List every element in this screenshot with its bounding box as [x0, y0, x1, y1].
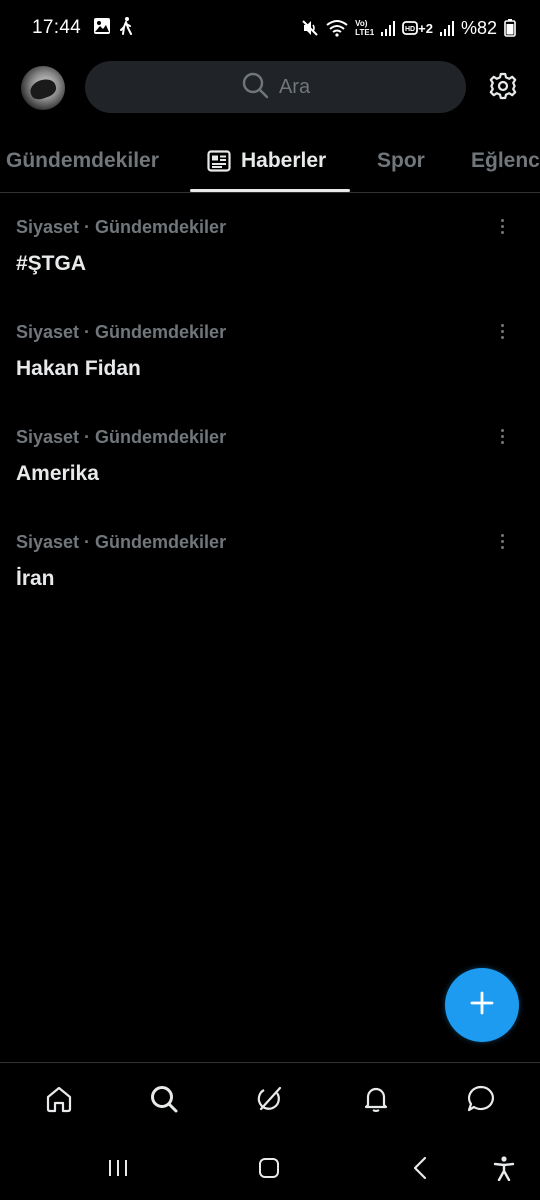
home-system-button[interactable]: [249, 1154, 289, 1186]
mute-icon: [301, 19, 319, 37]
back-chevron-icon: [412, 1156, 428, 1185]
status-bar: 17:44 Vo) LTE1 HD +2 %82: [0, 0, 540, 56]
nav-notifications[interactable]: [348, 1074, 404, 1130]
accessibility-icon: [493, 1155, 515, 1186]
tab-label: Haberler: [241, 149, 327, 172]
trend-item[interactable]: Siyaset · Gündemdekiler Hakan Fidan: [0, 305, 540, 410]
search-input[interactable]: Ara: [85, 61, 466, 113]
hd-icon: HD +2: [402, 20, 433, 36]
newspaper-icon: [207, 150, 231, 172]
accessibility-button[interactable]: [484, 1154, 524, 1186]
more-options-icon[interactable]: [492, 321, 512, 341]
volte-bottom-label: LTE1: [355, 28, 375, 37]
trend-title: Hakan Fidan: [16, 357, 141, 380]
trend-item[interactable]: Siyaset · Gündemdekiler #ŞTGA: [0, 200, 540, 305]
trend-title: Amerika: [16, 462, 99, 485]
sim2-label: +2: [418, 21, 433, 36]
tab-haberler[interactable]: Haberler: [207, 130, 326, 192]
more-options-icon[interactable]: [492, 216, 512, 236]
trend-meta: Siyaset · Gündemdekiler: [16, 322, 227, 342]
wifi-icon: [326, 19, 348, 37]
battery-icon: [504, 19, 516, 37]
trend-title: İran: [16, 567, 55, 590]
tab-label: Gündemdekiler: [6, 149, 159, 172]
back-button[interactable]: [400, 1154, 440, 1186]
trend-item[interactable]: Siyaset · Gündemdekiler Amerika: [0, 410, 540, 515]
trend-list: Siyaset · Gündemdekiler #ŞTGA Siyaset · …: [0, 200, 540, 620]
settings-button[interactable]: [486, 71, 520, 105]
trend-title: #ŞTGA: [16, 252, 87, 275]
trend-meta: Siyaset · Gündemdekiler: [16, 427, 227, 447]
signal-icon-2: [439, 20, 454, 36]
plus-icon: [469, 990, 495, 1021]
gear-icon: [489, 72, 517, 105]
status-time: 17:44: [32, 17, 82, 38]
compose-button[interactable]: [445, 968, 519, 1042]
bell-icon: [361, 1084, 391, 1119]
system-nav: [0, 1140, 540, 1200]
search-placeholder: Ara: [278, 75, 311, 98]
volte-top-label: Vo): [355, 19, 368, 28]
signal-icon: [381, 20, 396, 36]
more-options-icon[interactable]: [492, 426, 512, 446]
nav-grok[interactable]: [242, 1074, 298, 1130]
walking-icon: [119, 16, 133, 41]
tab-bar: Gündemdekiler Haberler Spor Eğlence: [0, 130, 540, 193]
nav-messages[interactable]: [453, 1074, 509, 1130]
search-icon: [149, 1084, 179, 1119]
nav-home[interactable]: [31, 1074, 87, 1130]
home-icon: [44, 1084, 74, 1119]
avatar[interactable]: [21, 66, 65, 110]
status-right: Vo) LTE1 HD +2 %82: [301, 18, 516, 39]
trend-meta: Siyaset · Gündemdekiler: [16, 217, 227, 237]
tab-label: Spor: [377, 149, 425, 172]
messages-icon: [466, 1084, 496, 1119]
recent-apps-icon: [107, 1158, 129, 1183]
recent-apps-button[interactable]: [98, 1154, 138, 1186]
nav-search[interactable]: [136, 1074, 192, 1130]
tab-label: Eğlence: [471, 149, 540, 172]
top-header: Ara: [0, 60, 540, 116]
grok-icon: [255, 1084, 285, 1119]
trend-meta: Siyaset · Gündemdekiler: [16, 532, 227, 552]
battery-percent: %82: [460, 17, 497, 38]
tab-eglence[interactable]: Eğlence: [471, 130, 540, 192]
bottom-nav: [0, 1062, 540, 1140]
home-square-icon: [258, 1157, 280, 1184]
tab-spor[interactable]: Spor: [377, 130, 425, 192]
search-icon: [241, 71, 269, 104]
status-left-icons: [93, 16, 133, 41]
volte-label: Vo) LTE1: [355, 19, 374, 37]
more-options-icon[interactable]: [492, 531, 512, 551]
gallery-icon: [93, 17, 111, 40]
tab-gundemdekiler[interactable]: Gündemdekiler: [6, 130, 159, 192]
trend-item[interactable]: Siyaset · Gündemdekiler İran: [0, 515, 540, 620]
svg-text:HD: HD: [405, 26, 415, 33]
active-tab-indicator: [190, 189, 350, 192]
